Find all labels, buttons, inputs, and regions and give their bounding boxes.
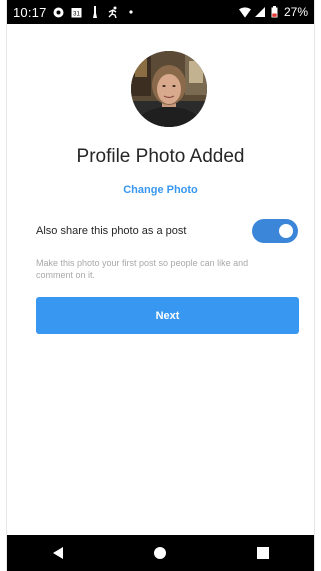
next-button[interactable]: Next	[36, 297, 299, 334]
status-bar: 10:17 31 27%	[7, 0, 314, 24]
recents-icon[interactable]	[251, 541, 275, 565]
screen: 10:17 31 27% Profile Photo Added Change …	[6, 0, 315, 571]
back-icon[interactable]	[46, 541, 70, 565]
change-photo-link[interactable]: Change Photo	[7, 184, 314, 196]
calendar-icon: 31	[71, 6, 83, 18]
wifi-icon	[238, 6, 251, 18]
battery-low-icon	[269, 6, 281, 18]
dot-icon	[125, 6, 137, 18]
share-as-post-toggle[interactable]	[252, 219, 298, 243]
status-time: 10:17	[13, 4, 47, 20]
avatar[interactable]	[131, 51, 207, 127]
status-left: 10:17 31	[13, 5, 137, 20]
share-hint-text: Make this photo your first post so peopl…	[36, 258, 249, 280]
page-title: Profile Photo Added	[76, 146, 245, 167]
circle-notification-icon	[53, 6, 65, 18]
signal-icon	[254, 6, 266, 18]
share-as-post-label: Also share this photo as a post	[36, 225, 187, 237]
running-icon	[107, 6, 119, 18]
toggle-knob	[279, 224, 293, 238]
status-right: 27%	[238, 5, 308, 19]
navigation-bar	[7, 535, 314, 571]
share-as-post-row: Also share this photo as a post	[36, 218, 298, 244]
home-icon[interactable]	[148, 541, 172, 565]
calendar-day: 31	[73, 11, 80, 17]
battery-percent: 27%	[283, 5, 308, 19]
tool-icon	[89, 6, 101, 18]
profile-photo	[131, 51, 207, 127]
